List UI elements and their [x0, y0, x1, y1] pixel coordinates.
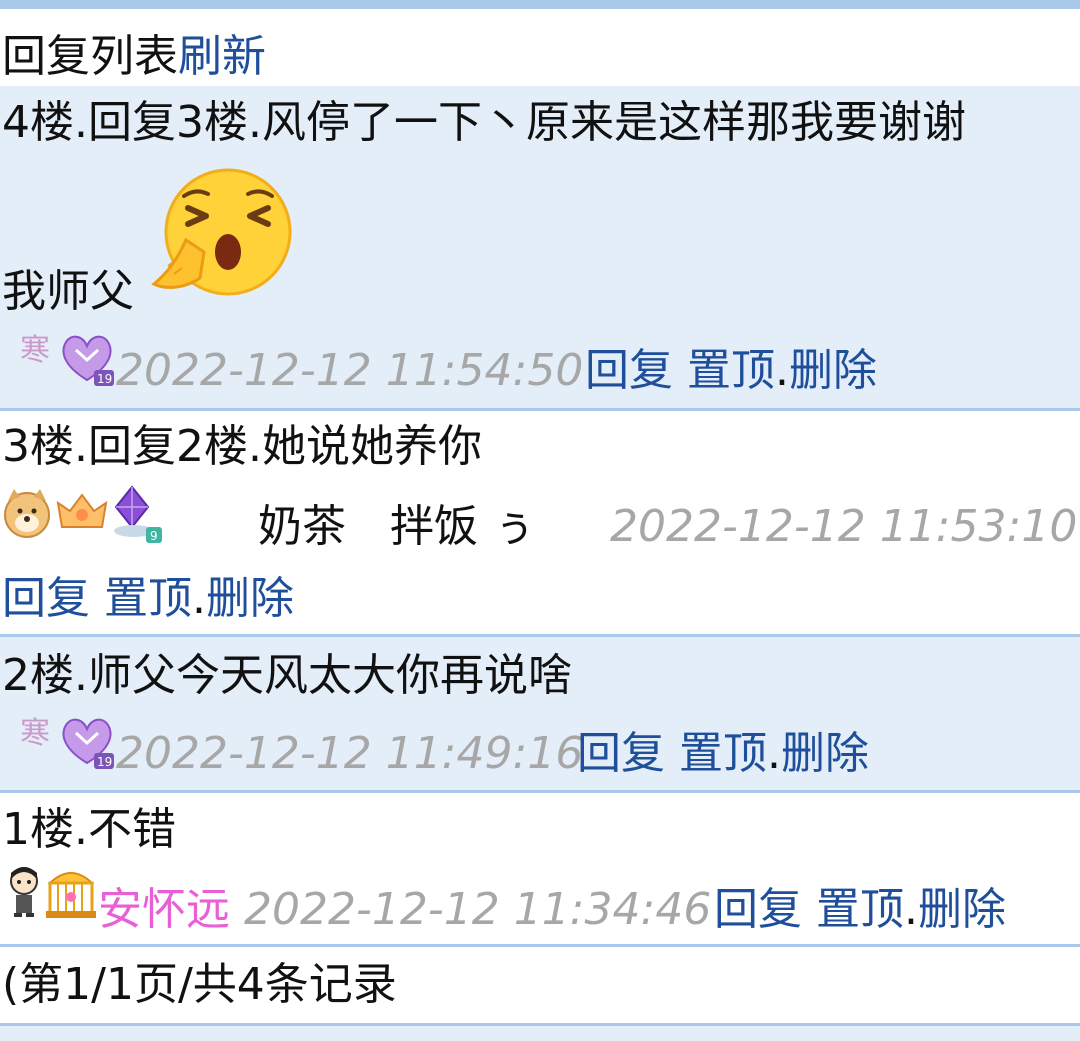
purple-heart-level-badge-icon: 19 [62, 335, 114, 386]
reply-text-continued: 我师父 [2, 266, 134, 317]
svg-text:19: 19 [97, 755, 112, 769]
reply-link[interactable]: 回复 [2, 573, 90, 624]
reply-item-2: 2楼.师父今天风太大你再说啥 寒 19 2022-12-12 11:49:16 … [0, 637, 1080, 790]
reply-text: 3楼.回复2楼.她说她养你 [2, 421, 482, 472]
delete-link[interactable]: 删除 [789, 345, 877, 396]
pin-link[interactable]: 置顶 [104, 573, 192, 624]
reply-actions: 回复 置顶.删除 [2, 573, 294, 625]
cartoon-avatar-badge-icon [10, 867, 38, 917]
svg-text:寒: 寒 [20, 333, 50, 368]
pagination-row: (第1/1页/共4条记录 [0, 947, 1080, 1023]
delete-link[interactable]: 删除 [918, 884, 1006, 935]
page-title-line: 回复列表刷新 [2, 31, 266, 83]
reply-item-1: 1楼.不错 安怀远 2022-12-12 11:34:46 回复 置顶.删除 [0, 793, 1080, 944]
svg-text:寒: 寒 [20, 716, 50, 751]
reply-actions: 回复 置顶.删除 [585, 345, 877, 397]
delete-link[interactable]: 删除 [781, 728, 869, 779]
footer-strip [0, 1026, 1080, 1041]
reply-actions: 回复 置顶.删除 [714, 884, 1006, 936]
reply-timestamp: 2022-12-12 11:34:46 [244, 884, 712, 935]
refresh-link[interactable]: 刷新 [178, 31, 266, 82]
pagination-info: (第1/1页/共4条记录 [2, 959, 397, 1010]
doge-avatar-badge-icon [4, 489, 50, 538]
pin-link[interactable]: 置顶 [816, 884, 904, 935]
action-dot: . [775, 345, 789, 396]
reply-timestamp: 2022-12-12 11:53:10 [610, 501, 1078, 552]
crying-praying-emoji-icon [151, 168, 292, 296]
golden-cage-badge-icon [46, 872, 96, 918]
purple-crystal-level-badge-icon: 9 [114, 485, 162, 543]
delete-link[interactable]: 删除 [206, 573, 294, 624]
svg-text:9: 9 [150, 529, 158, 543]
purple-heart-level-badge-icon: 19 [62, 718, 114, 769]
page-header: 回复列表刷新 [0, 9, 1080, 86]
username[interactable]: 安怀远 [98, 884, 230, 936]
reply-timestamp: 2022-12-12 11:54:50 [116, 345, 584, 396]
han-text-badge-icon: 寒 [20, 333, 50, 368]
reply-timestamp: 2022-12-12 11:49:16 [116, 728, 584, 779]
reply-text: 4楼.回复3楼.风停了一下丶原来是这样那我要谢谢 [2, 97, 966, 148]
gold-crown-badge-icon [56, 493, 108, 528]
reply-link[interactable]: 回复 [585, 345, 673, 396]
svg-text:19: 19 [97, 372, 112, 386]
reply-item-4: 4楼.回复3楼.风停了一下丶原来是这样那我要谢谢 我师父 寒 19 2022-1… [0, 86, 1080, 408]
reply-text: 1楼.不错 [2, 804, 176, 855]
action-dot: . [767, 728, 781, 779]
username[interactable]: 奶茶 拌饭 ぅ [258, 501, 536, 553]
reply-actions: 回复 置顶.删除 [577, 728, 869, 780]
top-accent-bar [0, 0, 1080, 9]
reply-link[interactable]: 回复 [714, 884, 802, 935]
reply-item-3: 3楼.回复2楼.她说她养你 9 奶茶 拌饭 ぅ 2022-12-12 11:53… [0, 411, 1080, 634]
pin-link[interactable]: 置顶 [687, 345, 775, 396]
reply-text: 2楼.师父今天风太大你再说啥 [2, 650, 572, 701]
action-dot: . [192, 573, 206, 624]
action-dot: . [904, 884, 918, 935]
han-text-badge-icon: 寒 [20, 716, 50, 751]
pin-link[interactable]: 置顶 [679, 728, 767, 779]
reply-link[interactable]: 回复 [577, 728, 665, 779]
page-title: 回复列表 [2, 31, 178, 82]
